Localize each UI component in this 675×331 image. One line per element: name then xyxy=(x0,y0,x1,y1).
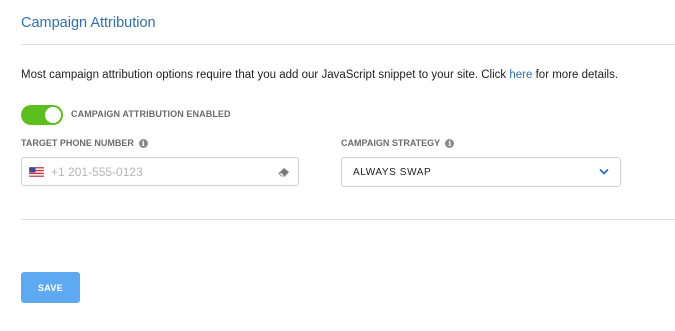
details-link[interactable]: here xyxy=(509,69,532,81)
save-button[interactable]: SAVE xyxy=(21,272,80,303)
intro-text: Most campaign attribution options requir… xyxy=(21,69,618,81)
us-flag-icon[interactable] xyxy=(29,166,44,177)
campaign-strategy-select[interactable]: ALWAYS SWAP xyxy=(341,157,621,187)
eraser-icon[interactable] xyxy=(278,167,290,177)
strategy-selected-value: ALWAYS SWAP xyxy=(353,166,432,178)
section-title: Campaign Attribution xyxy=(21,15,156,31)
phone-field[interactable] xyxy=(21,157,299,186)
divider xyxy=(21,44,675,45)
info-icon[interactable]: i xyxy=(445,138,455,148)
chevron-down-icon[interactable] xyxy=(599,168,609,176)
toggle-knob xyxy=(45,107,61,123)
strategy-field-label: CAMPAIGN STRATEGY i xyxy=(341,138,455,148)
attribution-toggle[interactable] xyxy=(21,105,63,125)
strategy-label-text: CAMPAIGN STRATEGY xyxy=(341,138,441,148)
divider xyxy=(21,219,675,220)
phone-field-label: TARGET PHONE NUMBER i xyxy=(21,138,148,148)
intro-text-before: Most campaign attribution options requir… xyxy=(21,69,510,81)
toggle-label: CAMPAIGN ATTRIBUTION ENABLED xyxy=(71,109,231,119)
info-icon[interactable]: i xyxy=(138,138,148,148)
phone-input[interactable] xyxy=(49,163,273,180)
phone-label-text: TARGET PHONE NUMBER xyxy=(21,138,134,148)
intro-text-after: for more details. xyxy=(532,69,619,81)
